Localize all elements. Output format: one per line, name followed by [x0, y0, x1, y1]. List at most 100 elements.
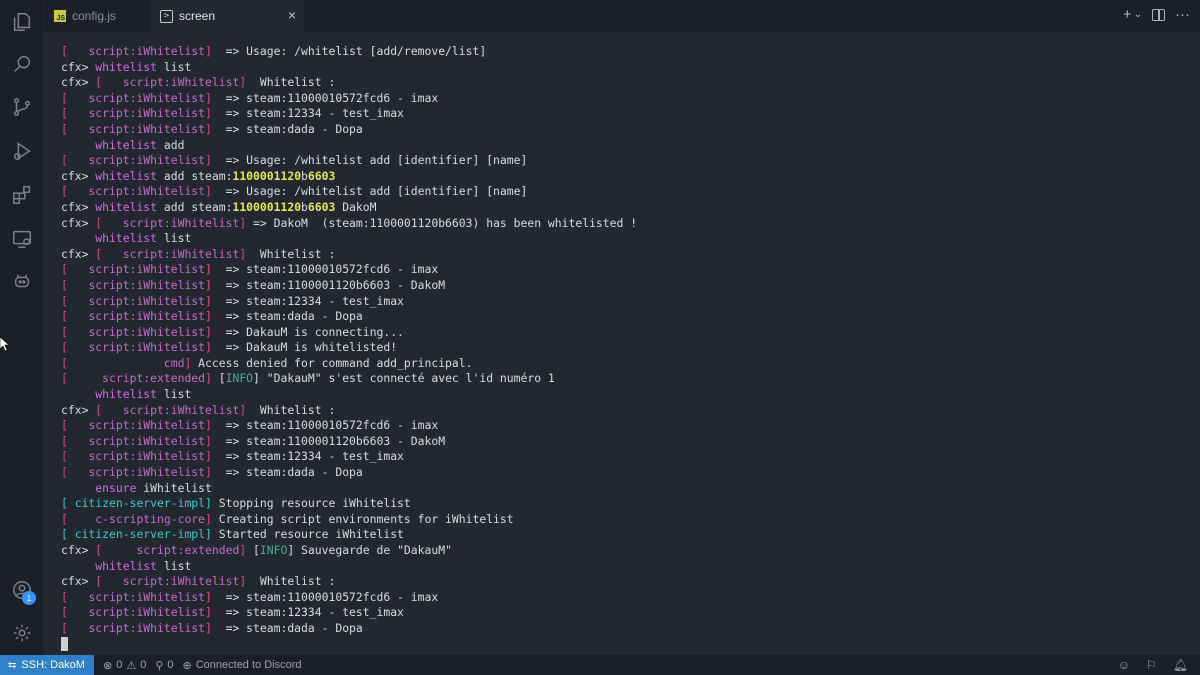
terminal-text: Access denied for command add_principal.: [191, 355, 473, 370]
terminal-text: ] Sauvegarde de "DakauM": [287, 543, 452, 557]
terminal-text: => steam:dada - Dopa: [211, 121, 363, 136]
split-editor-icon[interactable]: [1152, 9, 1165, 21]
copilot-icon[interactable]: [10, 269, 34, 293]
terminal-line: [ script:iWhitelist] => DakauM is whitel…: [61, 340, 637, 356]
terminal-text: ]: [205, 153, 212, 168]
terminal-line: [ script:iWhitelist] => steam:1100001057…: [61, 262, 637, 278]
terminal-text: script:iWhitelist: [88, 184, 206, 199]
terminal-line: whitelist list: [61, 231, 637, 247]
terminal-text: ]: [205, 620, 212, 635]
terminal-line: [ script:iWhitelist] => steam:12334 - te…: [61, 294, 637, 310]
terminal-text: [: [61, 184, 89, 199]
new-terminal-button[interactable]: +: [1123, 6, 1132, 24]
copilot-status-icon[interactable]: ☺: [1118, 658, 1130, 672]
tab-config-js[interactable]: JS config.js: [44, 0, 150, 32]
terminal-text: [: [61, 44, 89, 58]
more-actions-icon[interactable]: ···: [1175, 6, 1190, 24]
terminal-text: [: [61, 511, 96, 526]
terminal-text: => steam:1100001120b6603 - DakoM: [211, 277, 446, 292]
terminal-text: => Usage: /whitelist add [identifier] [n…: [211, 153, 528, 168]
terminal-text: ]: [205, 340, 212, 355]
terminal-text: Started resource iWhitelist: [211, 527, 404, 542]
terminal-line: cfx> [ script:iWhitelist] Whitelist :: [61, 75, 637, 91]
terminal-text: Creating script environments for iWhitel…: [211, 511, 514, 526]
terminal-text: cfx>: [61, 246, 96, 261]
error-icon: ⊗: [102, 659, 113, 672]
terminal-text: [: [211, 371, 226, 386]
terminal-text: whitelist: [95, 59, 158, 74]
chevron-down-icon[interactable]: ⌄: [1134, 6, 1142, 24]
terminal-line: whitelist add: [61, 138, 637, 154]
terminal-text: list: [157, 387, 192, 402]
terminal-text: whitelist: [95, 558, 158, 573]
terminal-text: [: [61, 106, 89, 121]
terminal-text: cmd: [163, 355, 185, 370]
terminal-line: [ script:iWhitelist] => Usage: /whitelis…: [61, 153, 637, 169]
antenna-icon: ⚲: [155, 659, 164, 672]
terminal-prompt-line[interactable]: [61, 636, 637, 653]
terminal-line: [ script:iWhitelist] => steam:12334 - te…: [61, 106, 637, 122]
terminal-text: [: [61, 340, 89, 355]
terminal-line: cfx> [ script:extended] [INFO] Sauvegard…: [61, 543, 637, 559]
terminal-line: cfx> [ script:iWhitelist] Whitelist :: [61, 403, 637, 419]
terminal-panel[interactable]: [ script:iWhitelist] => Usage: /whitelis…: [44, 32, 1200, 655]
activity-bar: 1: [0, 0, 44, 655]
problems-indicator[interactable]: ⊗ 0 ⚠ 0: [103, 659, 146, 672]
terminal-text: script:iWhitelist: [88, 121, 206, 136]
terminal-text: whitelist: [95, 231, 158, 246]
terminal-text: => steam:11000010572fcd6 - imax: [211, 418, 439, 433]
terminal-text: [: [61, 589, 89, 604]
terminal-text: script:extended: [136, 543, 240, 557]
search-icon[interactable]: [10, 52, 34, 76]
run-debug-icon[interactable]: [10, 139, 34, 163]
remote-explorer-icon[interactable]: [10, 227, 34, 251]
terminal-text: ]: [205, 90, 212, 105]
terminal-text: ]: [205, 589, 212, 604]
terminal-text: => DakoM (steam:1100001120b6603) has bee…: [246, 215, 638, 230]
terminal-text: script:iWhitelist: [88, 277, 206, 292]
terminal-text: script:iWhitelist: [88, 262, 206, 277]
terminal-text: [: [246, 543, 260, 557]
terminal-text: ]: [205, 184, 212, 199]
terminal-text: script:iWhitelist: [88, 605, 206, 620]
terminal-text: [: [95, 215, 123, 230]
terminal-text: ]: [205, 262, 212, 277]
close-icon[interactable]: ×: [288, 8, 296, 22]
discord-status[interactable]: ⊕ Connected to Discord: [183, 659, 302, 672]
remote-indicator[interactable]: ⇆ SSH: DakoM: [0, 655, 94, 675]
terminal-text: Whitelist :: [246, 402, 336, 417]
terminal-text: ]: [205, 371, 212, 386]
terminal-text: [: [61, 309, 89, 324]
terminal-line: [ script:iWhitelist] => Usage: /whitelis…: [61, 44, 637, 60]
settings-gear-icon[interactable]: [10, 621, 34, 645]
terminal-text: script:iWhitelist: [88, 44, 206, 58]
terminal-text: => Usage: /whitelist [add/remove/list]: [211, 44, 487, 58]
tab-screen[interactable]: > screen ×: [150, 0, 304, 32]
terminal-text: ]: [205, 465, 212, 480]
terminal-text: => steam:12334 - test_imax: [211, 106, 404, 121]
terminal-text: Whitelist :: [246, 246, 336, 261]
terminal-text: script:iWhitelist: [88, 324, 206, 339]
terminal-text: citizen-server-impl: [74, 496, 206, 511]
source-control-icon[interactable]: [10, 95, 34, 119]
discord-label: Connected to Discord: [195, 659, 302, 671]
terminal-text: ]: [205, 309, 212, 324]
terminal-line: cfx> [ script:iWhitelist] Whitelist :: [61, 247, 637, 263]
terminal-text: 6603: [307, 168, 336, 183]
ports-indicator[interactable]: ⚲ 0: [155, 659, 173, 672]
terminal-text: ]: [205, 527, 212, 542]
extensions-icon[interactable]: [10, 183, 34, 207]
feedback-icon[interactable]: ⚐: [1146, 658, 1157, 672]
terminal-text: [: [95, 246, 123, 261]
terminal-text: => steam:12334 - test_imax: [211, 605, 404, 620]
terminal-text: [: [95, 574, 123, 589]
terminal-text: INFO: [259, 543, 288, 557]
terminal-text: => steam:dada - Dopa: [211, 309, 363, 324]
terminal-text: script:iWhitelist: [122, 75, 240, 90]
notifications-bell-icon[interactable]: 🔔︎: [1173, 658, 1188, 672]
terminal-text: 1100001120: [232, 199, 302, 214]
terminal-line: [ script:iWhitelist] => DakauM is connec…: [61, 325, 637, 341]
explorer-icon[interactable]: [10, 10, 34, 34]
terminal-text: script:iWhitelist: [122, 215, 240, 230]
terminal-text: => steam:dada - Dopa: [211, 620, 363, 635]
